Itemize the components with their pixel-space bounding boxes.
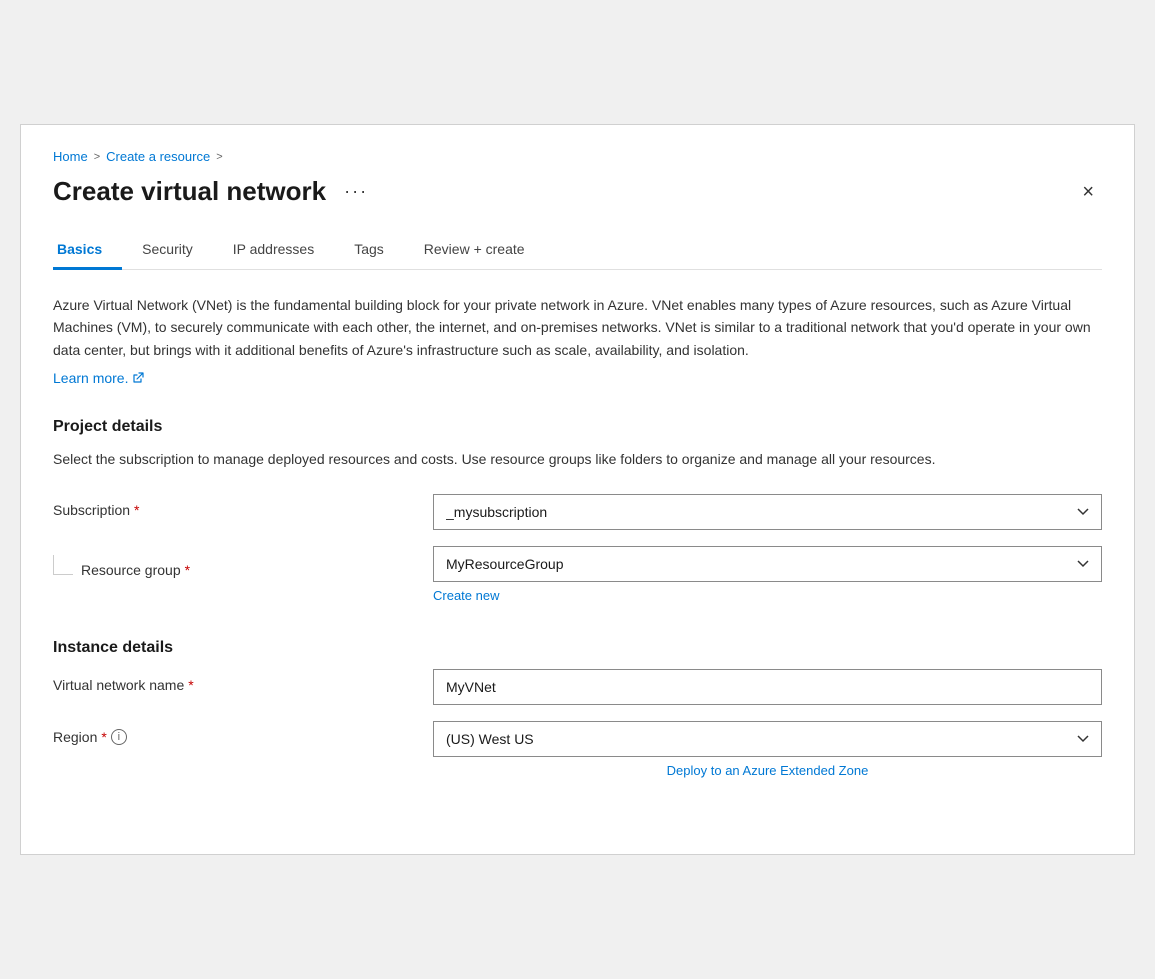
subscription-label: Subscription * <box>53 502 433 518</box>
instance-details-title: Instance details <box>53 639 1102 657</box>
vnet-name-row: Virtual network name * <box>53 669 1102 705</box>
breadcrumb-sep-2: > <box>216 151 222 163</box>
subscription-row: Subscription * _mysubscription <box>53 494 1102 530</box>
tab-review-create[interactable]: Review + create <box>404 231 545 270</box>
tab-tags[interactable]: Tags <box>334 231 404 270</box>
region-required: * <box>101 729 106 745</box>
region-label-col: Region * i <box>53 721 433 745</box>
subscription-control-col: _mysubscription <box>433 494 1102 530</box>
region-info-icon[interactable]: i <box>111 729 127 745</box>
resource-group-required: * <box>185 562 190 578</box>
description-text: Azure Virtual Network (VNet) is the fund… <box>53 294 1102 361</box>
instance-details-section: Instance details Virtual network name * … <box>53 639 1102 778</box>
vnet-name-label: Virtual network name * <box>53 677 433 693</box>
region-select[interactable]: (US) West US <box>433 721 1102 757</box>
tab-bar: Basics Security IP addresses Tags Review… <box>53 231 1102 270</box>
page-title: Create virtual network <box>53 176 326 207</box>
close-button[interactable]: × <box>1074 178 1102 206</box>
vnet-name-input[interactable] <box>433 669 1102 705</box>
subscription-required: * <box>134 502 139 518</box>
project-details-section: Project details Select the subscription … <box>53 418 1102 603</box>
indent-line <box>53 555 73 575</box>
deploy-extended-zone-link[interactable]: Deploy to an Azure Extended Zone <box>433 763 1102 778</box>
learn-more-link[interactable]: Learn more. <box>53 367 144 389</box>
vnet-name-label-col: Virtual network name * <box>53 669 433 693</box>
more-options-button[interactable]: ··· <box>338 179 374 204</box>
breadcrumb-create-resource[interactable]: Create a resource <box>106 149 210 164</box>
subscription-select[interactable]: _mysubscription <box>433 494 1102 530</box>
external-link-icon <box>132 372 144 384</box>
project-details-description: Select the subscription to manage deploy… <box>53 448 1102 470</box>
subscription-label-col: Subscription * <box>53 494 433 518</box>
tab-ip-addresses[interactable]: IP addresses <box>213 231 334 270</box>
resource-group-control-col: MyResourceGroup Create new <box>433 546 1102 603</box>
breadcrumb-home[interactable]: Home <box>53 149 88 164</box>
page-header: Create virtual network ··· × <box>53 176 1102 207</box>
page-header-left: Create virtual network ··· <box>53 176 374 207</box>
region-control-col: (US) West US Deploy to an Azure Extended… <box>433 721 1102 778</box>
create-vnet-page: Home > Create a resource > Create virtua… <box>20 124 1135 855</box>
region-label: Region * i <box>53 729 433 745</box>
resource-group-indent: Resource group * <box>53 554 433 578</box>
tab-basics[interactable]: Basics <box>53 231 122 270</box>
resource-group-label-col: Resource group * <box>53 546 433 578</box>
region-row: Region * i (US) West US Deploy to an Azu… <box>53 721 1102 778</box>
resource-group-select[interactable]: MyResourceGroup <box>433 546 1102 582</box>
description-box: Azure Virtual Network (VNet) is the fund… <box>53 294 1102 390</box>
vnet-name-control-col <box>433 669 1102 705</box>
resource-group-row: Resource group * MyResourceGroup Create … <box>53 546 1102 603</box>
breadcrumb: Home > Create a resource > <box>53 149 1102 164</box>
vnet-name-required: * <box>188 677 193 693</box>
tab-security[interactable]: Security <box>122 231 213 270</box>
project-details-title: Project details <box>53 418 1102 436</box>
breadcrumb-sep-1: > <box>94 151 100 163</box>
resource-group-label: Resource group * <box>81 562 190 578</box>
create-new-link[interactable]: Create new <box>433 588 1102 603</box>
